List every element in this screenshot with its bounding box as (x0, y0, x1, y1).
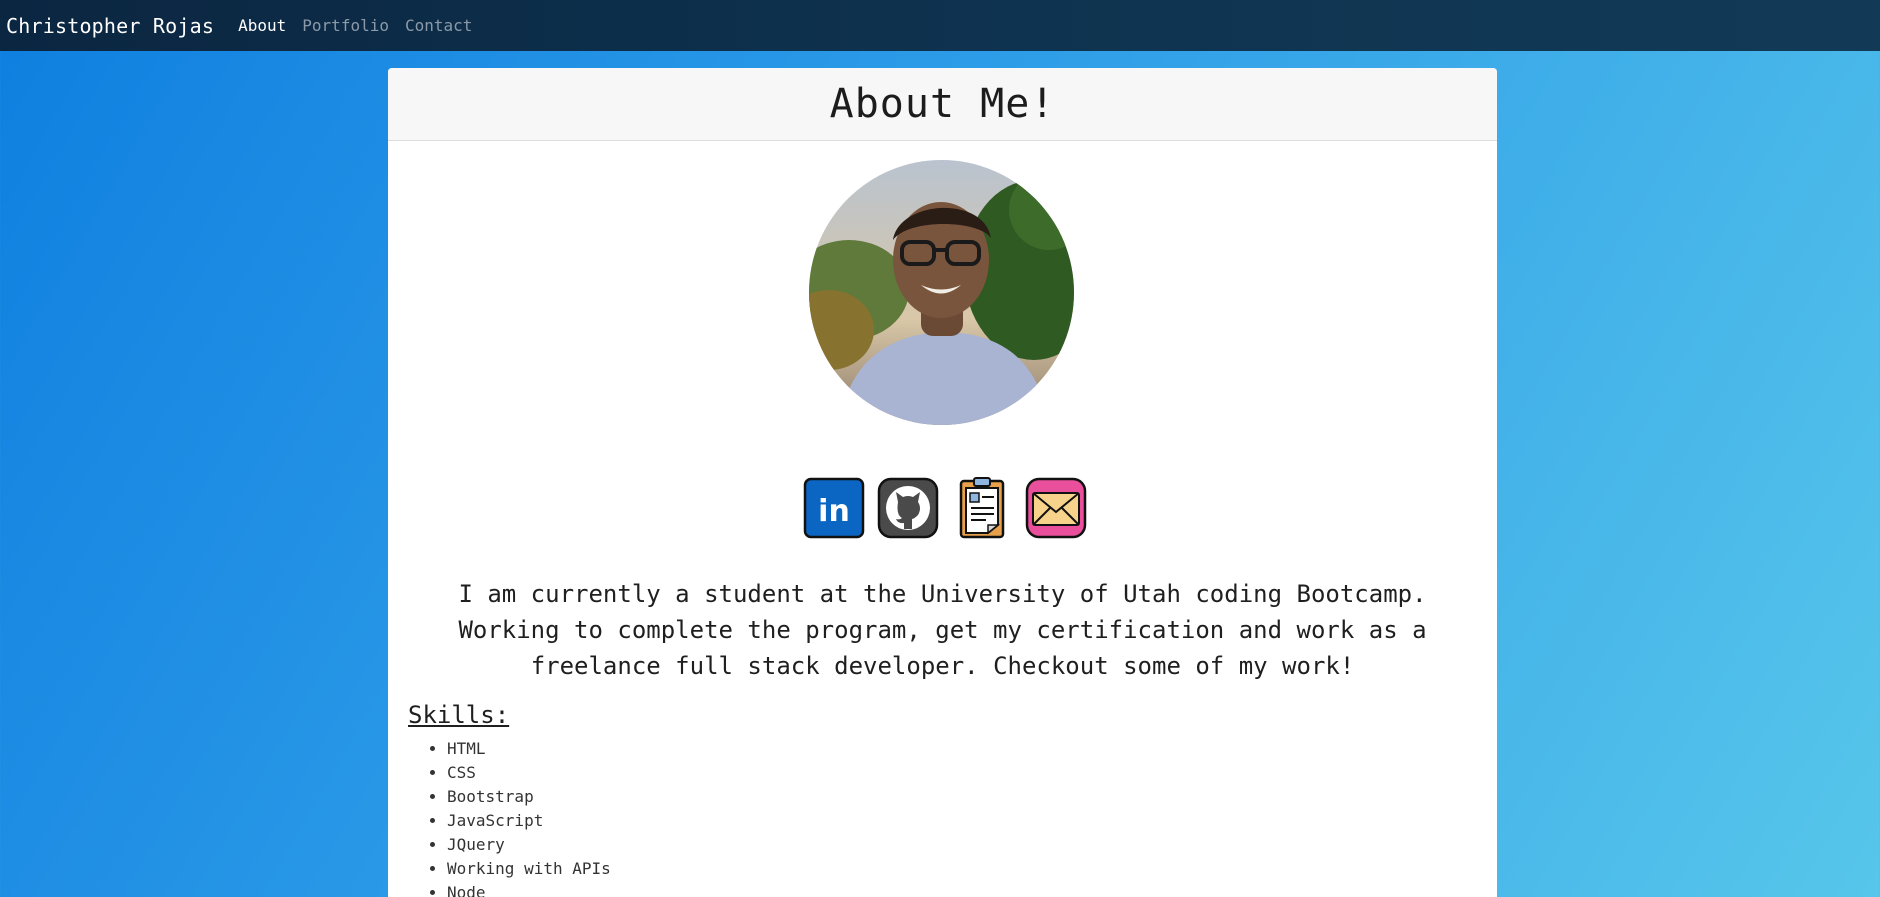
list-item: Node (447, 881, 611, 897)
skills-heading: Skills: (408, 701, 510, 729)
nav-link-about[interactable]: About (238, 16, 286, 35)
linkedin-link[interactable]: in (802, 475, 866, 541)
skills-list: HTML CSS Bootstrap JavaScript JQuery Wor… (388, 737, 611, 897)
about-card: About Me! in I am currently a student at… (388, 68, 1497, 897)
social-links: in (388, 475, 1497, 541)
github-icon (877, 477, 938, 539)
top-navbar: Christopher Rojas About Portfolio Contac… (0, 0, 1880, 51)
resume-link[interactable] (950, 475, 1014, 541)
list-item: HTML (447, 737, 611, 761)
profile-photo-image (809, 160, 1074, 425)
nav-link-contact[interactable]: Contact (405, 16, 472, 35)
list-item: CSS (447, 761, 611, 785)
bio-text: I am currently a student at the Universi… (458, 580, 1427, 680)
nav-link-portfolio[interactable]: Portfolio (302, 16, 389, 35)
list-item: JavaScript (447, 809, 611, 833)
card-header: About Me! (388, 68, 1497, 141)
github-link[interactable] (876, 475, 940, 541)
page-title: About Me! (829, 81, 1056, 127)
list-item: Bootstrap (447, 785, 611, 809)
list-item: JQuery (447, 833, 611, 857)
linkedin-icon-label: in (818, 494, 850, 529)
list-item: Working with APIs (447, 857, 611, 881)
linkedin-icon: in (803, 477, 864, 539)
profile-photo (809, 160, 1074, 425)
email-link[interactable] (1024, 475, 1088, 541)
brand-link[interactable]: Christopher Rojas (6, 14, 214, 38)
email-icon (1025, 477, 1086, 539)
resume-icon (959, 477, 1004, 539)
